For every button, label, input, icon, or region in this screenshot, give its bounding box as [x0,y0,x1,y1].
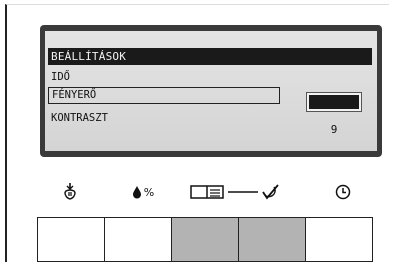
hand-press-icon [55,181,85,203]
book-icon [187,181,227,203]
clock-icon [331,181,355,203]
dash-connector-icon [228,181,258,203]
button-5[interactable] [305,217,373,262]
button-3[interactable] [171,217,239,262]
button-4[interactable] [238,217,306,262]
percent-label: % [143,185,155,199]
check-icon [258,181,284,203]
value-indicator [306,92,362,112]
display-frame: BEÁLLÍTÁSOK IDŐ FÉNYERŐ KONTRASZT 9 [40,25,382,157]
button-2[interactable] [104,217,172,262]
menu-item-brightness[interactable]: FÉNYERŐ [48,87,280,104]
button-1[interactable] [37,217,105,262]
control-panel: BEÁLLÍTÁSOK IDŐ FÉNYERŐ KONTRASZT 9 % [5,4,389,262]
menu-item-time[interactable]: IDŐ [48,69,70,86]
drop-percent-icon: % [121,181,165,203]
value-number: 9 [330,123,338,136]
menu-item-contrast[interactable]: KONTRASZT [48,110,108,127]
menu-title: BEÁLLÍTÁSOK [48,48,372,65]
display-screen: BEÁLLÍTÁSOK IDŐ FÉNYERŐ KONTRASZT 9 [45,31,377,151]
